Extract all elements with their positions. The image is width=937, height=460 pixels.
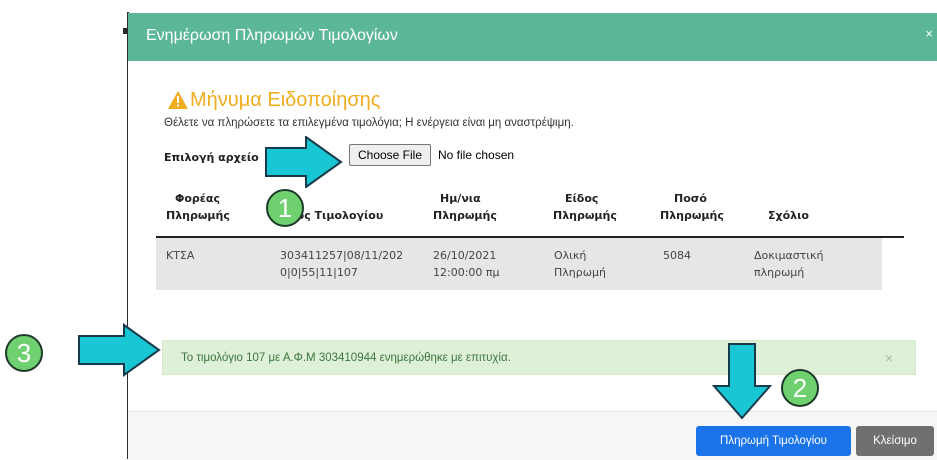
header-amount-line2: Πληρωμής xyxy=(660,209,724,222)
annotation-badge-3: 3 xyxy=(5,334,43,372)
cell-invoice-number-line1: 303411257|08/11/202 xyxy=(280,249,404,262)
close-button[interactable]: Κλείσιμο xyxy=(856,426,934,456)
cell-payment-type: Ολική Πληρωμή xyxy=(554,247,606,281)
header-payer-line1: Φορέας xyxy=(175,192,220,205)
header-payer-line2: Πληρωμής xyxy=(166,209,230,222)
file-input-label: Επιλογή αρχείο xyxy=(164,151,259,164)
header-comment: Σχόλιο xyxy=(768,207,809,224)
header-payment-date: Ημ/νια Πληρωμής xyxy=(433,190,497,224)
cell-invoice-number: 303411257|08/11/202 0|0|55|11|107 xyxy=(280,247,403,281)
file-status: No file chosen xyxy=(438,148,515,162)
cell-comment: Δοκιμαστική πληρωμή xyxy=(754,247,823,281)
modal-header: Ενημέρωση Πληρωμών Τιμολογίων × xyxy=(128,13,937,61)
choose-file-button[interactable]: Choose File xyxy=(349,144,431,166)
cell-date-line2: 12:00:00 πμ xyxy=(433,266,500,279)
table-row[interactable]: ΚΤΣΑ 303411257|08/11/202 0|0|55|11|107 2… xyxy=(156,238,882,290)
annotation-arrow-2 xyxy=(712,343,772,420)
modal-footer: Πληρωμή Τιμολογίου Κλείσιμο xyxy=(128,411,937,460)
cell-type-line1: Ολική xyxy=(554,249,587,262)
header-payer: Φορέας Πληρωμής xyxy=(166,190,230,224)
warning-title: Μήνυμα Ειδοποίησης xyxy=(190,89,381,111)
header-type-line1: Είδος xyxy=(565,192,599,205)
header-date-line2: Πληρωμής xyxy=(433,209,497,222)
header-date-line1: Ημ/νια xyxy=(440,192,481,205)
annotation-arrow-1 xyxy=(265,136,343,188)
annotation-arrow-3 xyxy=(78,323,161,377)
cell-comment-line1: Δοκιμαστική xyxy=(754,249,824,262)
cell-date-line1: 26/10/2021 xyxy=(433,249,497,262)
warning-text: Θέλετε να πληρώσετε τα επιλεγμένα τιμολό… xyxy=(164,117,574,129)
cell-amount: 5084 xyxy=(663,249,691,262)
header-comment-label: Σχόλιο xyxy=(768,209,809,222)
header-payment-type: Είδος Πληρωμής xyxy=(553,190,617,224)
header-amount: Ποσό Πληρωμής xyxy=(660,190,724,224)
cell-invoice-number-line2: 0|0|55|11|107 xyxy=(280,266,358,279)
annotation-badge-2: 2 xyxy=(781,369,819,407)
pay-invoice-button[interactable]: Πληρωμή Τιμολογίου xyxy=(696,426,851,456)
success-alert-text: Το τιμολόγιο 107 με Α.Φ.Μ 303410944 ενημ… xyxy=(181,352,511,364)
alert-close-icon[interactable]: × xyxy=(885,350,893,366)
header-type-line2: Πληρωμής xyxy=(553,209,617,222)
cell-comment-line2: πληρωμή xyxy=(754,266,805,279)
modal-title: Ενημέρωση Πληρωμών Τιμολογίων xyxy=(146,27,398,44)
warning-triangle-icon xyxy=(168,91,188,109)
cell-payment-date: 26/10/2021 12:00:00 πμ xyxy=(433,247,500,281)
cell-type-line2: Πληρωμή xyxy=(554,266,606,279)
background-page xyxy=(0,0,128,459)
close-icon[interactable]: × xyxy=(925,26,933,41)
cell-payer: ΚΤΣΑ xyxy=(166,249,195,262)
annotation-badge-1: 1 xyxy=(266,189,304,227)
header-amount-line1: Ποσό xyxy=(674,192,707,205)
